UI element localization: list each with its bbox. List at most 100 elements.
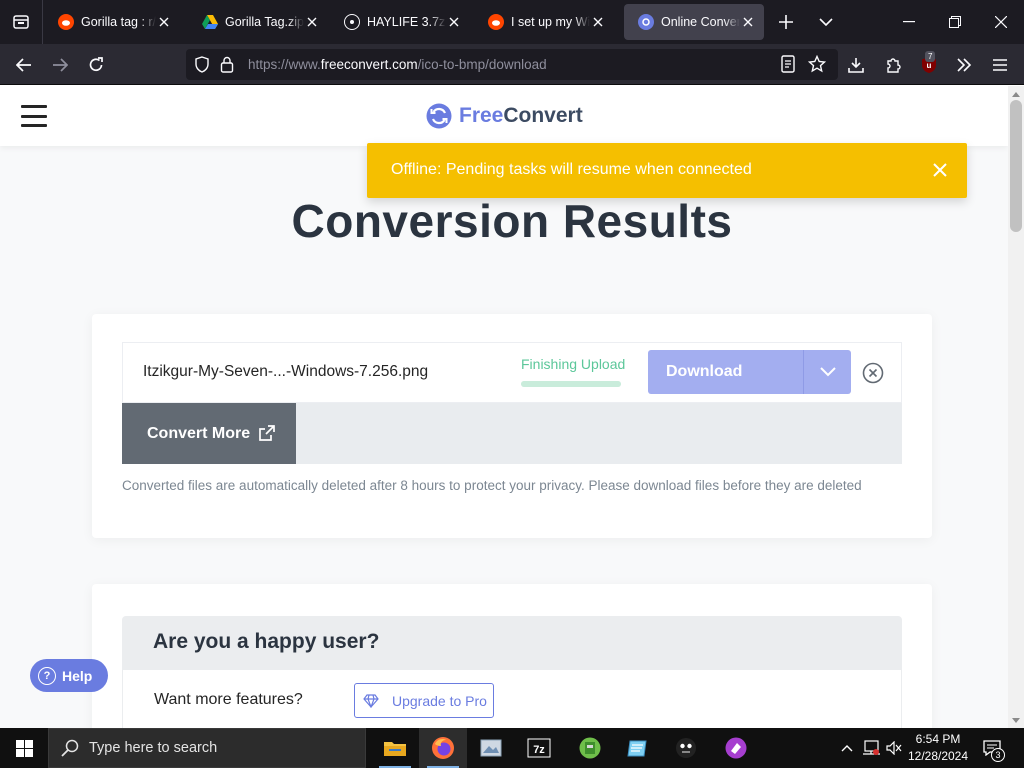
tab-title: Gorilla Tag.zip - G bbox=[225, 15, 304, 29]
upgrade-to-pro-button[interactable]: Upgrade to Pro bbox=[354, 683, 494, 718]
close-tab-icon[interactable] bbox=[740, 14, 756, 30]
tab-haylife[interactable]: HAYLIFE 3.7z ~ p bbox=[330, 4, 470, 40]
search-icon bbox=[61, 739, 79, 757]
page-scrollbar[interactable] bbox=[1008, 86, 1024, 728]
svg-text:7z: 7z bbox=[533, 744, 545, 756]
feedback-body: Want more features? Upgrade to Pro bbox=[122, 670, 902, 728]
close-toast-icon[interactable] bbox=[929, 159, 951, 181]
freeconvert-logo[interactable]: FreeConvert bbox=[426, 103, 583, 129]
restore-icon[interactable] bbox=[943, 10, 967, 34]
new-tab-icon[interactable] bbox=[774, 10, 798, 34]
file-explorer-icon[interactable] bbox=[371, 728, 419, 768]
reddit-icon bbox=[58, 14, 74, 30]
more-tools-chevrons-icon[interactable] bbox=[951, 52, 977, 78]
results-card: Itzikgur-My-Seven-...-Windows-7.256.png … bbox=[92, 314, 932, 538]
upload-progress-bar bbox=[521, 381, 621, 387]
notepad-icon[interactable] bbox=[614, 728, 662, 768]
close-tab-icon[interactable] bbox=[446, 14, 462, 30]
reload-icon[interactable] bbox=[83, 52, 109, 78]
extension-badge: 7 bbox=[925, 51, 936, 62]
file-name: Itzikgur-My-Seven-...-Windows-7.256.png bbox=[143, 363, 429, 380]
downloads-icon[interactable] bbox=[843, 52, 869, 78]
status-label: Finishing Upload bbox=[521, 356, 626, 372]
tab-title: HAYLIFE 3.7z ~ p bbox=[367, 15, 446, 29]
remove-file-icon[interactable] bbox=[861, 361, 885, 385]
gorilla-tag-icon[interactable] bbox=[662, 728, 710, 768]
tab-title: Online Converter bbox=[661, 15, 740, 29]
tab-online-converter[interactable]: Online Converter bbox=[624, 4, 764, 40]
upgrade-label: Upgrade to Pro bbox=[392, 692, 487, 709]
freeconvert-logo-icon bbox=[426, 103, 452, 129]
minimize-icon[interactable] bbox=[897, 10, 921, 34]
features-question: Want more features? bbox=[154, 691, 303, 708]
site-header: FreeConvert bbox=[0, 86, 1008, 146]
firefox-view-icon[interactable] bbox=[8, 9, 34, 35]
freeconvert-icon bbox=[638, 14, 654, 30]
site-menu-icon[interactable] bbox=[21, 105, 47, 127]
reader-view-icon[interactable] bbox=[780, 55, 796, 78]
extensions-puzzle-icon[interactable] bbox=[880, 52, 906, 78]
scrollbar-thumb[interactable] bbox=[1010, 100, 1022, 232]
help-question-icon: ? bbox=[38, 666, 56, 685]
forward-arrow-icon[interactable] bbox=[47, 52, 73, 78]
upload-progress-fill bbox=[521, 381, 621, 387]
privacy-note: Converted files are automatically delete… bbox=[122, 478, 862, 493]
reddit-icon bbox=[488, 14, 504, 30]
image-viewer-icon[interactable] bbox=[467, 728, 515, 768]
menu-hamburger-icon[interactable] bbox=[987, 52, 1013, 78]
7zip-icon[interactable]: 7z bbox=[515, 728, 563, 768]
game-app-icon[interactable] bbox=[712, 728, 760, 768]
download-button[interactable]: Download bbox=[648, 350, 803, 394]
close-tab-icon[interactable] bbox=[304, 14, 320, 30]
scroll-down-arrow-icon[interactable] bbox=[1008, 714, 1024, 726]
back-arrow-icon[interactable] bbox=[11, 52, 37, 78]
clock-time: 6:54 PM bbox=[915, 732, 961, 746]
offline-toast: Offline: Pending tasks will resume when … bbox=[367, 143, 967, 198]
convert-more-button[interactable]: Convert More bbox=[122, 403, 296, 464]
diamond-icon bbox=[363, 693, 379, 708]
tab-reddit-windows[interactable]: I set up my Wind bbox=[474, 4, 614, 40]
address-bar[interactable]: https://www.freeconvert.com/ico-to-bmp/d… bbox=[186, 49, 838, 80]
windows-start-icon[interactable] bbox=[0, 728, 48, 768]
network-icon[interactable] bbox=[860, 728, 882, 768]
browser-tab-bar: Gorilla tag : r/Cr Gorilla Tag.zip - G H… bbox=[0, 0, 1024, 44]
feedback-header: Are you a happy user? bbox=[122, 616, 902, 670]
logo-text: FreeConvert bbox=[459, 104, 583, 127]
page-viewport: FreeConvert Offline: Pending tasks will … bbox=[0, 86, 1008, 728]
taskbar-search[interactable]: Type here to search bbox=[48, 728, 366, 768]
help-button[interactable]: ? Help bbox=[30, 659, 108, 692]
search-placeholder: Type here to search bbox=[89, 740, 218, 756]
url-text: https://www.freeconvert.com/ico-to-bmp/d… bbox=[248, 57, 547, 72]
tab-title: I set up my Wind bbox=[511, 15, 590, 29]
notification-count: 3 bbox=[991, 748, 1005, 762]
volume-muted-icon[interactable] bbox=[884, 728, 904, 768]
file-row: Itzikgur-My-Seven-...-Windows-7.256.png … bbox=[122, 342, 902, 403]
google-drive-icon bbox=[202, 14, 218, 30]
scroll-up-arrow-icon[interactable] bbox=[1008, 88, 1024, 100]
feedback-card: Are you a happy user? Want more features… bbox=[92, 584, 932, 728]
close-tab-icon[interactable] bbox=[590, 14, 606, 30]
clock-date: 12/28/2024 bbox=[907, 749, 969, 763]
firefox-icon[interactable] bbox=[419, 728, 467, 768]
close-tab-icon[interactable] bbox=[156, 14, 172, 30]
show-hidden-icons-chevron-icon[interactable] bbox=[838, 728, 856, 768]
lock-icon[interactable] bbox=[220, 56, 234, 78]
tab-reddit-gorilla[interactable]: Gorilla tag : r/Cr bbox=[44, 4, 180, 40]
convert-more-row: Convert More bbox=[122, 403, 902, 464]
tracking-shield-icon[interactable] bbox=[194, 56, 210, 78]
tab-google-drive[interactable]: Gorilla Tag.zip - G bbox=[188, 4, 328, 40]
help-label: Help bbox=[62, 667, 93, 684]
toast-message: Offline: Pending tasks will resume when … bbox=[391, 161, 752, 178]
download-options-chevron-icon[interactable] bbox=[803, 350, 851, 394]
external-link-icon bbox=[259, 425, 275, 441]
windows-taskbar: Type here to search 7z 6:54 PM 12/28/202… bbox=[0, 728, 1024, 768]
tab-title: Gorilla tag : r/Cr bbox=[81, 15, 156, 29]
svg-text:u: u bbox=[927, 61, 932, 70]
convert-more-label: Convert More bbox=[147, 424, 251, 442]
close-window-icon[interactable] bbox=[989, 10, 1013, 34]
minecraft-launcher-icon[interactable] bbox=[566, 728, 614, 768]
list-all-tabs-icon[interactable] bbox=[814, 10, 838, 34]
bookmark-star-icon[interactable] bbox=[807, 54, 827, 78]
browser-nav-bar: https://www.freeconvert.com/ico-to-bmp/d… bbox=[0, 44, 1024, 85]
system-clock[interactable]: 6:54 PM 12/28/2024 bbox=[906, 731, 970, 765]
